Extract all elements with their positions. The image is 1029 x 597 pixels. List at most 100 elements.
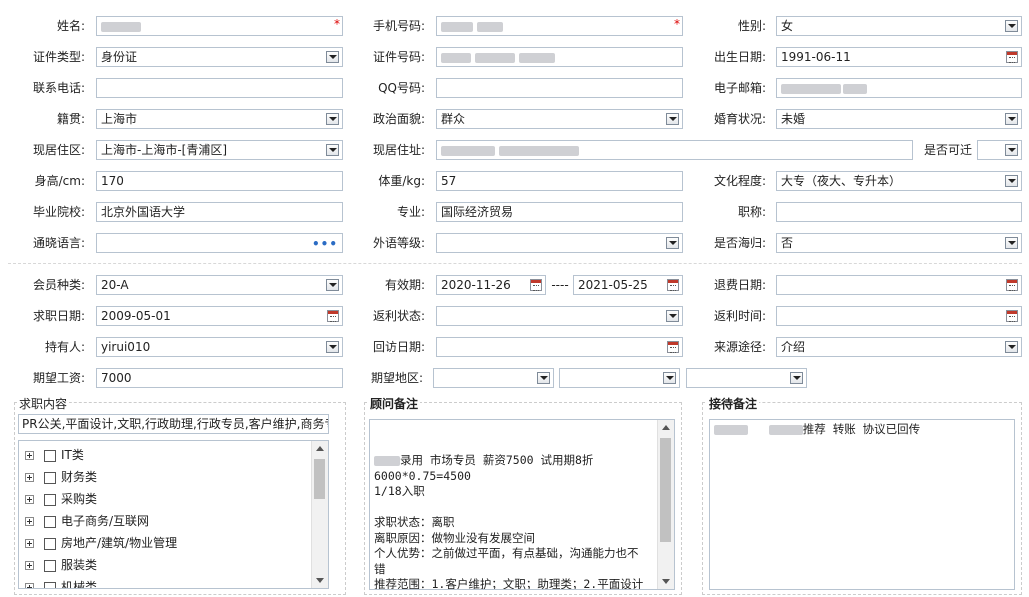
chevron-down-icon[interactable] (1005, 113, 1018, 125)
checkbox[interactable] (44, 515, 56, 528)
chevron-down-icon[interactable] (1005, 20, 1018, 32)
calendar-icon[interactable] (667, 279, 679, 291)
weight-input[interactable]: 57 (436, 171, 683, 191)
qq-input[interactable] (436, 78, 683, 98)
job-content-input[interactable]: PR公关,平面设计,文职,行政助理,行政专员,客户维护,商务专员 (18, 414, 329, 434)
calendar-icon[interactable] (1006, 279, 1018, 291)
chevron-down-icon[interactable] (666, 113, 679, 125)
gender-select[interactable]: 女 (776, 16, 1022, 36)
political-select[interactable]: 群众 (436, 109, 683, 129)
chevron-down-icon[interactable] (326, 341, 339, 353)
height-input[interactable]: 170 (96, 171, 343, 191)
chevron-down-icon[interactable] (326, 113, 339, 125)
chevron-down-icon[interactable] (326, 51, 339, 63)
scroll-thumb[interactable] (314, 459, 325, 499)
birth-date-input[interactable]: 1991-06-11 (776, 47, 1022, 67)
expand-icon[interactable] (25, 539, 34, 548)
checkbox[interactable] (44, 449, 56, 462)
id-type-select[interactable]: 身份证 (96, 47, 343, 67)
chevron-down-icon[interactable] (790, 372, 803, 384)
chevron-down-icon[interactable] (326, 279, 339, 291)
tree-item[interactable]: 服装类 (25, 555, 97, 575)
marital-select[interactable]: 未婚 (776, 109, 1022, 129)
expand-icon[interactable] (25, 561, 34, 570)
tree-scrollbar[interactable] (311, 441, 328, 588)
chevron-down-icon[interactable] (666, 237, 679, 249)
relocate-select[interactable] (977, 140, 1022, 160)
scroll-up-icon[interactable] (316, 446, 324, 451)
chevron-down-icon[interactable] (1005, 175, 1018, 187)
checkbox[interactable] (44, 493, 56, 506)
checkbox[interactable] (44, 559, 56, 572)
scroll-up-icon[interactable] (662, 425, 670, 430)
more-icon[interactable]: ••• (312, 235, 338, 252)
visit-date-input[interactable] (436, 337, 683, 357)
expand-icon[interactable] (25, 583, 34, 588)
checkbox[interactable] (44, 537, 56, 550)
valid-end-input[interactable]: 2021-05-25 (573, 275, 683, 295)
checkbox[interactable] (44, 471, 56, 484)
education-select[interactable]: 大专（夜大、专升本） (776, 171, 1022, 191)
native-place-select[interactable]: 上海市 (96, 109, 343, 129)
chevron-down-icon[interactable] (537, 372, 550, 384)
overseas-select[interactable]: 否 (776, 233, 1022, 253)
tree-item[interactable]: IT类 (25, 445, 84, 465)
holder-select[interactable]: yirui010 (96, 337, 343, 357)
tree-item-label: 服装类 (61, 558, 98, 572)
tree-item[interactable]: 采购类 (25, 489, 97, 509)
checkbox[interactable] (44, 581, 56, 588)
region-district-select[interactable] (686, 368, 807, 388)
mobile-input[interactable]: * (436, 16, 683, 36)
foreign-level-select[interactable] (436, 233, 683, 253)
note-line: 录用 市场专员 薪资7500 试用期8折 (374, 453, 670, 469)
residence-area-select[interactable]: 上海市-上海市-[青浦区] (96, 140, 343, 160)
chevron-down-icon[interactable] (1005, 237, 1018, 249)
expand-icon[interactable] (25, 495, 34, 504)
school-input[interactable]: 北京外国语大学 (96, 202, 343, 222)
reception-notes-textarea[interactable]: 推荐 转账 协议已回传 (709, 419, 1015, 590)
scroll-thumb[interactable] (660, 438, 671, 542)
chevron-down-icon[interactable] (1005, 341, 1018, 353)
marital-label: 婚育状况: (713, 112, 766, 126)
calendar-icon[interactable] (1006, 310, 1018, 322)
tree-item[interactable]: 财务类 (25, 467, 97, 487)
name-input[interactable]: * (96, 16, 343, 36)
tree-item[interactable]: 电子商务/互联网 (25, 511, 149, 531)
rebate-time-input[interactable] (776, 306, 1022, 326)
chevron-down-icon[interactable] (326, 144, 339, 156)
notes-scrollbar[interactable] (657, 420, 674, 589)
id-number-input[interactable] (436, 47, 683, 67)
phone-input[interactable] (96, 78, 343, 98)
tree-item[interactable]: 房地产/建筑/物业管理 (25, 533, 177, 553)
scroll-down-icon[interactable] (662, 579, 670, 584)
source-value: 介绍 (781, 340, 806, 354)
email-input[interactable] (776, 78, 1022, 98)
valid-start-input[interactable]: 2020-11-26 (436, 275, 546, 295)
calendar-icon[interactable] (1006, 51, 1018, 63)
chevron-down-icon[interactable] (666, 310, 679, 322)
tree-item[interactable]: 机械类 (25, 577, 97, 588)
chevron-down-icon[interactable] (663, 372, 676, 384)
calendar-icon[interactable] (530, 279, 542, 291)
scroll-down-icon[interactable] (316, 578, 324, 583)
refund-date-input[interactable] (776, 275, 1022, 295)
member-type-select[interactable]: 20-A (96, 275, 343, 295)
job-date-input[interactable]: 2009-05-01 (96, 306, 343, 326)
rebate-status-select[interactable] (436, 306, 683, 326)
calendar-icon[interactable] (667, 341, 679, 353)
chevron-down-icon[interactable] (1005, 144, 1018, 156)
mobile-label: 手机号码: (372, 19, 425, 33)
advisor-notes-textarea[interactable]: 录用 市场专员 薪资7500 试用期8折 6000*0.75=4500 1/18入职… (369, 419, 675, 590)
expand-icon[interactable] (25, 473, 34, 482)
expand-icon[interactable] (25, 451, 34, 460)
calendar-icon[interactable] (327, 310, 339, 322)
expand-icon[interactable] (25, 517, 34, 526)
language-input[interactable]: ••• (96, 233, 343, 253)
salary-input[interactable]: 7000 (96, 368, 343, 388)
residence-address-input[interactable] (436, 140, 913, 160)
title-input[interactable] (776, 202, 1022, 222)
region-city-select[interactable] (559, 368, 680, 388)
region-province-select[interactable] (433, 368, 554, 388)
source-select[interactable]: 介绍 (776, 337, 1022, 357)
major-input[interactable]: 国际经济贸易 (436, 202, 683, 222)
